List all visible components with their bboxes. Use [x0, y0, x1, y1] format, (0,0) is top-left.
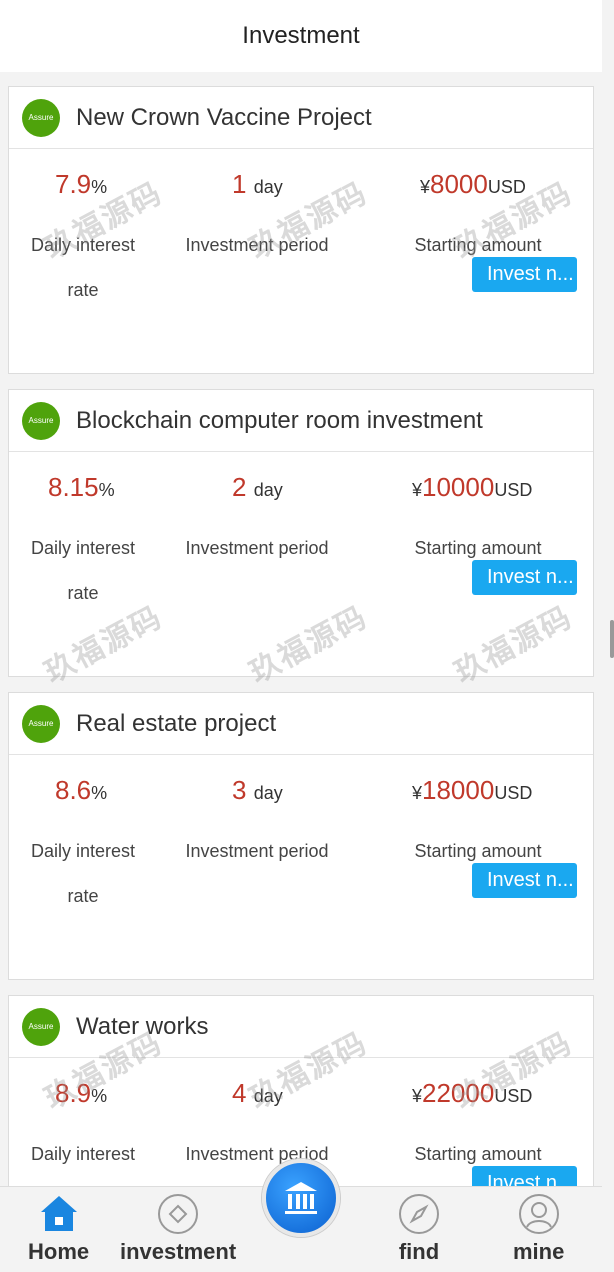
card-body: 8.6% 3 day ¥18000USD Daily interest rate …	[9, 755, 593, 979]
tab-mine[interactable]: mine	[513, 1193, 564, 1265]
invest-now-button[interactable]: Invest n...	[472, 257, 577, 292]
starting-amount-value: ¥22000USD	[412, 1078, 533, 1108]
product-card[interactable]: Assure Blockchain computer room investme…	[8, 389, 594, 677]
daily-rate-label: Daily interestrate	[30, 235, 136, 300]
page-title: Investment	[242, 22, 360, 49]
period-value: 2 day	[232, 472, 283, 502]
tab-investment[interactable]: investment	[120, 1193, 236, 1265]
assure-badge-icon: Assure	[22, 98, 60, 137]
tab-mine-label: mine	[513, 1239, 565, 1264]
card-header: Assure Blockchain computer room investme…	[9, 390, 593, 452]
product-card[interactable]: Assure New Crown Vaccine Project 7.9% 1 …	[8, 86, 594, 374]
starting-amount-value: ¥18000USD	[412, 775, 533, 805]
home-icon	[40, 1196, 77, 1231]
invest-now-button[interactable]: Invest n...	[472, 863, 577, 898]
product-card[interactable]: Assure Real estate project 8.6% 3 day ¥1…	[8, 692, 594, 980]
header: Investment	[0, 0, 602, 72]
tab-investment-label: investment	[120, 1239, 237, 1264]
invest-now-button[interactable]: Invest n...	[472, 560, 577, 595]
card-body: 7.9% 1 day ¥8000USD Daily interest rate I…	[9, 149, 593, 373]
product-title: Water works	[76, 1012, 209, 1040]
period-label: Investment period	[185, 235, 329, 255]
assure-badge-icon: Assure	[22, 704, 60, 743]
product-title: Blockchain computer room investment	[76, 406, 483, 434]
tab-home-label: Home	[28, 1239, 90, 1264]
compass-icon	[399, 1194, 439, 1234]
diamond-icon	[158, 1194, 199, 1234]
daily-rate-label: Daily interestrate	[30, 841, 136, 906]
period-value: 1 day	[232, 169, 283, 199]
card-header: Assure New Crown Vaccine Project	[9, 87, 593, 149]
starting-amount-value: ¥10000USD	[412, 472, 533, 502]
user-icon	[518, 1194, 559, 1234]
daily-rate-label: Daily interestrate	[30, 538, 136, 603]
starting-amount-value: ¥8000USD	[420, 169, 526, 199]
daily-rate-value: 8.15%	[48, 472, 115, 502]
daily-rate-value: 8.6%	[55, 775, 108, 805]
period-value: 4 day	[232, 1078, 283, 1108]
period-label: Investment period	[185, 538, 329, 558]
daily-rate-value: 8.9%	[55, 1078, 108, 1108]
product-title: New Crown Vaccine Project	[76, 103, 372, 131]
assure-badge-icon: Assure	[22, 401, 60, 440]
tab-find[interactable]: find	[398, 1193, 440, 1265]
card-header: Assure Water works	[9, 996, 593, 1058]
product-title: Real estate project	[76, 709, 277, 737]
card-body: 8.15% 2 day ¥10000USD Daily interest rate…	[9, 452, 593, 676]
center-bank-button[interactable]	[262, 1159, 340, 1237]
period-value: 3 day	[232, 775, 283, 805]
scrollbar[interactable]	[610, 620, 614, 658]
daily-rate-value: 7.9%	[55, 169, 108, 199]
tab-home[interactable]: Home	[28, 1193, 89, 1265]
bank-icon	[285, 1182, 317, 1214]
tab-find-label: find	[398, 1239, 440, 1264]
assure-badge-icon: Assure	[22, 1007, 60, 1046]
card-header: Assure Real estate project	[9, 693, 593, 755]
period-label: Investment period	[185, 841, 329, 861]
